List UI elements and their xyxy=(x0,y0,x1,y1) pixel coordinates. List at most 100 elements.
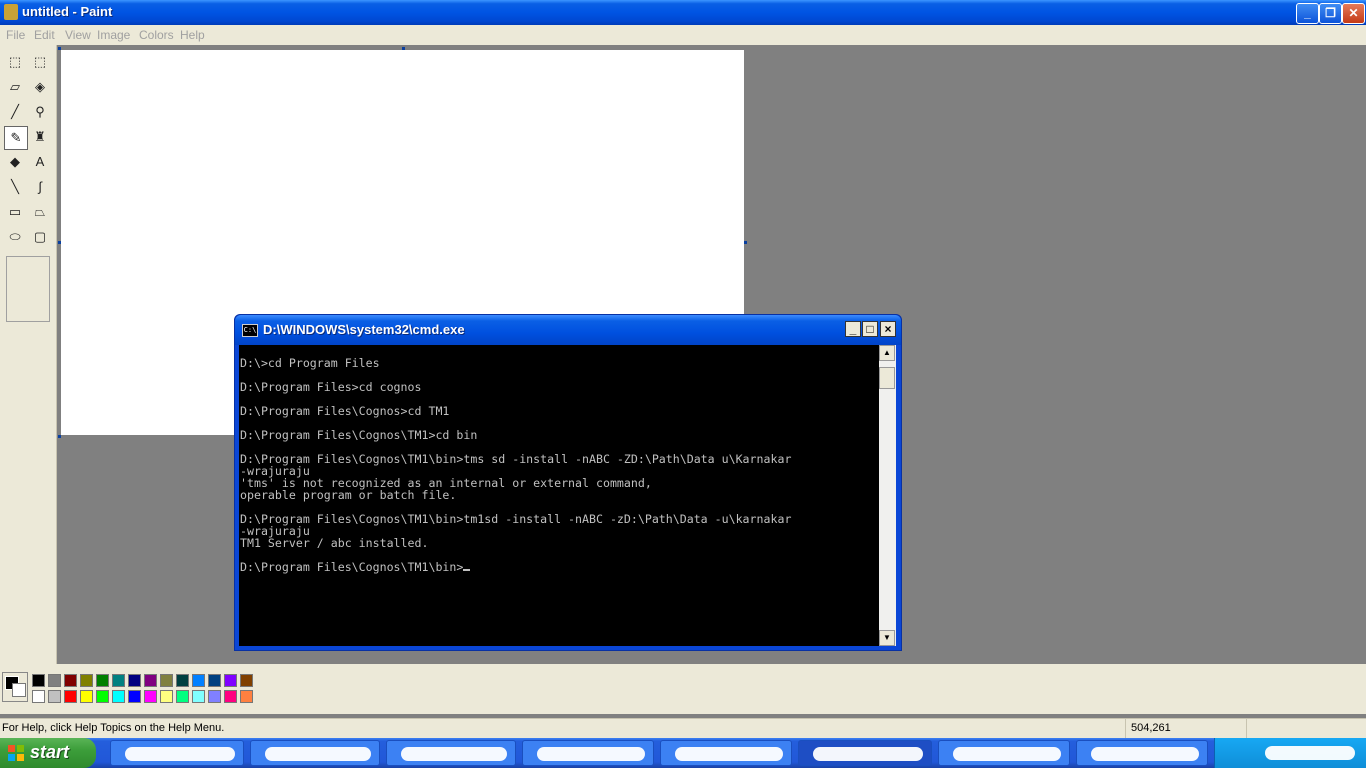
taskbar-button-1[interactable] xyxy=(110,740,244,766)
console-output: D:\>cd Program Files D:\Program Files>cd… xyxy=(240,357,791,573)
color-swatch[interactable] xyxy=(128,690,141,703)
cmd-window-title: D:\WINDOWS\system32\cmd.exe xyxy=(263,322,465,337)
color-swatch[interactable] xyxy=(240,674,253,687)
taskbar-button-2[interactable] xyxy=(250,740,380,766)
taskbar-button-8[interactable] xyxy=(1076,740,1208,766)
console-line: operable program or batch file. xyxy=(240,488,457,502)
color-swatch[interactable] xyxy=(80,674,93,687)
color-swatch[interactable] xyxy=(144,690,157,703)
status-size-pane xyxy=(1246,719,1365,739)
airbrush-icon[interactable]: ◆ xyxy=(4,151,26,173)
menu-edit[interactable]: Edit xyxy=(34,28,55,42)
color-swatch[interactable] xyxy=(80,690,93,703)
color-swatch[interactable] xyxy=(96,674,109,687)
free-form-select-icon[interactable]: ⬚ xyxy=(4,51,26,73)
tool-options-panel[interactable] xyxy=(6,256,50,322)
color-swatch[interactable] xyxy=(64,690,77,703)
taskbar-button-5[interactable] xyxy=(660,740,792,766)
cmd-minimize-button[interactable]: _ xyxy=(845,321,861,337)
close-button[interactable]: ✕ xyxy=(1342,3,1365,24)
polygon-icon[interactable]: ⏢ xyxy=(29,201,51,223)
menu-file[interactable]: File xyxy=(6,28,25,42)
scroll-up-icon[interactable]: ▲ xyxy=(879,345,895,361)
resize-handle-top[interactable] xyxy=(402,47,405,50)
minimize-button[interactable]: _ xyxy=(1296,3,1319,24)
cmd-console[interactable]: D:\>cd Program Files D:\Program Files>cd… xyxy=(239,345,879,646)
cmd-scrollbar[interactable]: ▲ ▼ xyxy=(879,345,896,646)
color-swatch[interactable] xyxy=(112,690,125,703)
color-swatch[interactable] xyxy=(192,674,205,687)
console-line: D:\Program Files>cd cognos xyxy=(240,380,422,394)
menu-image[interactable]: Image xyxy=(97,28,130,42)
taskbar-button-7[interactable] xyxy=(938,740,1070,766)
color-picker-icon[interactable]: ╱ xyxy=(4,101,26,123)
paint-app-icon xyxy=(4,4,18,20)
console-line: D:\Program Files\Cognos\TM1>cd bin xyxy=(240,428,478,442)
cmd-maximize-button[interactable]: □ xyxy=(862,321,878,337)
color-swatch[interactable] xyxy=(208,690,221,703)
color-swatch[interactable] xyxy=(224,674,237,687)
status-bar: For Help, click Help Topics on the Help … xyxy=(0,718,1366,739)
color-swatch[interactable] xyxy=(32,690,45,703)
taskbar: start xyxy=(0,738,1366,768)
status-coords-pane: 504,261 xyxy=(1125,719,1246,739)
menu-colors[interactable]: Colors xyxy=(139,28,174,42)
ellipse-icon[interactable]: ⬭ xyxy=(4,226,26,248)
color-swatch[interactable] xyxy=(64,674,77,687)
magnifier-icon[interactable]: ⚲ xyxy=(29,101,51,123)
color-swatch[interactable] xyxy=(48,674,61,687)
taskbar-button-4[interactable] xyxy=(522,740,654,766)
color-swatch[interactable] xyxy=(192,690,205,703)
color-swatch[interactable] xyxy=(144,674,157,687)
scroll-down-icon[interactable]: ▼ xyxy=(879,630,895,646)
color-swatch[interactable] xyxy=(128,674,141,687)
console-line: D:\Program Files\Cognos>cd TM1 xyxy=(240,404,450,418)
pencil-icon[interactable]: ✎ xyxy=(4,126,28,150)
taskbar-button-cmd[interactable] xyxy=(798,740,932,766)
rect-select-icon[interactable]: ⬚ xyxy=(29,51,51,73)
windows-logo-icon xyxy=(8,745,24,761)
cmd-window[interactable]: C:\ D:\WINDOWS\system32\cmd.exe _ □ × D:… xyxy=(234,314,902,651)
text-cursor xyxy=(463,569,471,571)
status-help-text: For Help, click Help Topics on the Help … xyxy=(2,722,225,734)
background-color[interactable] xyxy=(12,683,26,697)
menu-view[interactable]: View xyxy=(65,28,91,42)
resize-handle-bottom-left[interactable] xyxy=(58,435,61,438)
start-button[interactable]: start xyxy=(0,738,96,768)
line-icon[interactable]: ╲ xyxy=(4,176,26,198)
rectangle-icon[interactable]: ▭ xyxy=(4,201,26,223)
resize-handle-right[interactable] xyxy=(744,241,747,244)
resize-handle-top-left[interactable] xyxy=(58,47,61,50)
paint-title-bar[interactable]: untitled - Paint _ ❐ ✕ xyxy=(0,0,1366,25)
scroll-thumb[interactable] xyxy=(879,367,895,389)
color-swatch[interactable] xyxy=(112,674,125,687)
window-title: untitled - Paint xyxy=(22,4,113,19)
color-swatch[interactable] xyxy=(176,674,189,687)
color-swatch[interactable] xyxy=(48,690,61,703)
resize-handle-left[interactable] xyxy=(58,241,61,244)
color-swatch[interactable] xyxy=(160,674,173,687)
system-tray[interactable] xyxy=(1214,738,1366,768)
color-swatch[interactable] xyxy=(160,690,173,703)
color-swatch[interactable] xyxy=(240,690,253,703)
brush-icon[interactable]: ♜ xyxy=(29,126,51,148)
color-box xyxy=(0,664,1366,714)
cmd-close-button[interactable]: × xyxy=(880,321,896,337)
menu-help[interactable]: Help xyxy=(180,28,205,42)
curve-icon[interactable]: ∫ xyxy=(29,176,51,198)
menu-bar: File Edit View Image Colors Help xyxy=(0,25,1366,45)
eraser-icon[interactable]: ▱ xyxy=(4,76,26,98)
cmd-title-bar[interactable]: C:\ D:\WINDOWS\system32\cmd.exe _ □ × xyxy=(235,315,901,345)
text-icon[interactable]: A xyxy=(29,151,51,173)
console-line: D:\Program Files\Cognos\TM1\bin> xyxy=(240,561,791,573)
rounded-rect-icon[interactable]: ▢ xyxy=(29,226,51,248)
color-swatch[interactable] xyxy=(208,674,221,687)
taskbar-button-3[interactable] xyxy=(386,740,516,766)
fill-bucket-icon[interactable]: ◈ xyxy=(29,76,51,98)
color-swatch[interactable] xyxy=(96,690,109,703)
color-swatch[interactable] xyxy=(224,690,237,703)
color-swatch[interactable] xyxy=(32,674,45,687)
color-swatch[interactable] xyxy=(176,690,189,703)
console-line: D:\Program Files\Cognos\TM1\bin>tm1sd -i… xyxy=(240,512,792,526)
restore-button[interactable]: ❐ xyxy=(1319,3,1342,24)
